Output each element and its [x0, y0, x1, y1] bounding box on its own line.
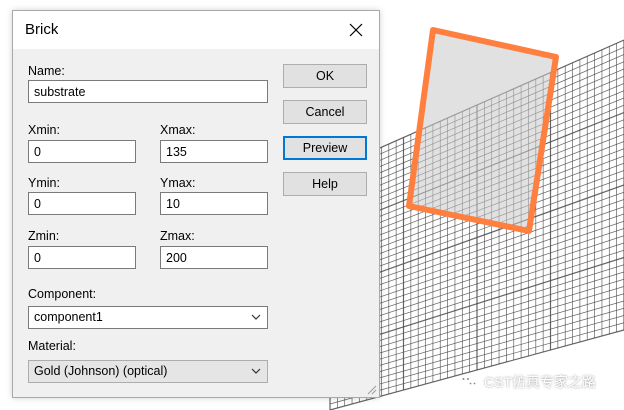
help-button[interactable]: Help: [283, 172, 367, 196]
xmin-label: Xmin:: [28, 123, 60, 137]
zmax-label: Zmax:: [160, 229, 195, 243]
xmin-input[interactable]: [28, 140, 136, 163]
ymin-input[interactable]: [28, 192, 136, 215]
zmax-input[interactable]: [160, 246, 268, 269]
xmax-input[interactable]: [160, 140, 268, 163]
name-input[interactable]: [28, 80, 268, 103]
ymax-label: Ymax:: [160, 176, 196, 190]
watermark: CST仿真专家之路: [458, 372, 596, 392]
close-button[interactable]: [333, 11, 379, 49]
zmin-input[interactable]: [28, 246, 136, 269]
name-label: Name:: [28, 64, 65, 78]
ymin-label: Ymin:: [28, 176, 60, 190]
dialog-title: Brick: [25, 21, 59, 38]
resize-grip-icon[interactable]: [365, 383, 377, 395]
component-dropdown[interactable]: component1: [28, 306, 268, 329]
material-label: Material:: [28, 339, 76, 353]
component-value: component1: [34, 310, 103, 324]
xmax-label: Xmax:: [160, 123, 196, 137]
watermark-text: CST仿真专家之路: [484, 374, 596, 390]
preview-brick-outline: [406, 27, 559, 234]
preview-button[interactable]: Preview: [283, 136, 367, 160]
cancel-button[interactable]: Cancel: [283, 100, 367, 124]
dialog-titlebar[interactable]: Brick: [13, 11, 379, 49]
brick-dialog: Brick Name: Xmin: Xmax: Ymin: Ymax: Zmin…: [12, 10, 380, 398]
component-label: Component:: [28, 287, 97, 301]
wechat-icon: [458, 374, 479, 390]
close-icon: [349, 23, 363, 37]
ok-button[interactable]: OK: [283, 64, 367, 88]
material-value: Gold (Johnson) (optical): [34, 364, 168, 378]
zmin-label: Zmin:: [28, 229, 60, 243]
ymax-input[interactable]: [160, 192, 268, 215]
material-dropdown[interactable]: Gold (Johnson) (optical): [28, 360, 268, 383]
chevron-down-icon: [251, 368, 261, 374]
chevron-down-icon: [251, 314, 261, 320]
